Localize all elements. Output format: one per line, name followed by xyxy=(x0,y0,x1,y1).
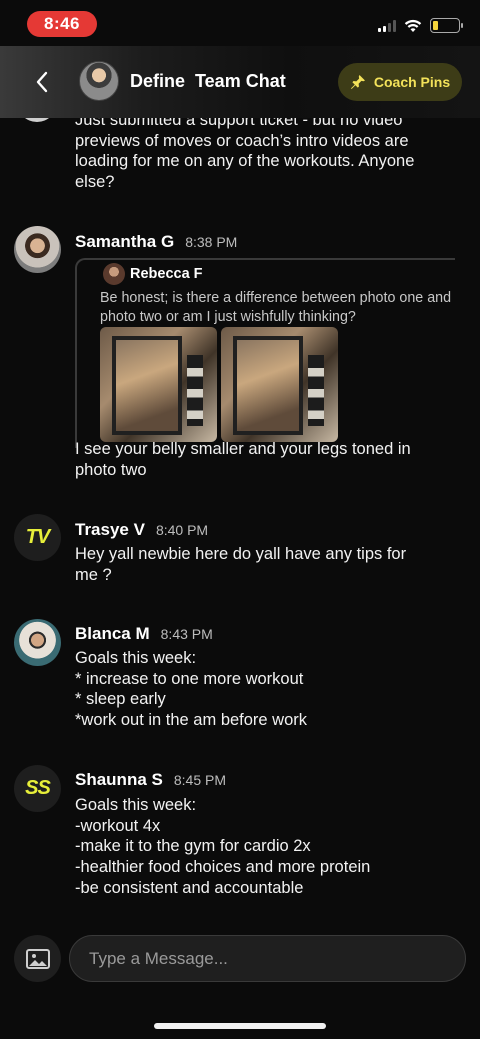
message-time: 8:40 PM xyxy=(155,522,209,538)
avatar[interactable] xyxy=(17,118,57,122)
chat-header: Define Team Chat Coach Pins xyxy=(0,46,480,118)
avatar[interactable]: TV xyxy=(14,514,61,561)
coach-pins-label: Coach Pins xyxy=(373,74,451,90)
back-button[interactable] xyxy=(28,68,56,96)
pin-icon xyxy=(350,75,365,89)
message-list[interactable]: Just submitted a support ticket - but no… xyxy=(0,118,480,930)
attach-image-button[interactable] xyxy=(14,935,61,982)
message-time: 8:38 PM xyxy=(185,234,238,250)
message-text: Goals this week: -workout 4x -make it to… xyxy=(75,796,371,897)
reply-photo[interactable] xyxy=(221,327,338,442)
signal-icon xyxy=(378,19,396,32)
coach-pins-button[interactable]: Coach Pins xyxy=(338,63,462,101)
message-sender[interactable]: Samantha G xyxy=(75,232,174,252)
battery-icon xyxy=(430,18,463,33)
message-text: Hey yall newbie here do yall have any ti… xyxy=(75,545,407,584)
reply-quote[interactable]: Rebecca F Be honest; is there a differen… xyxy=(75,258,455,448)
message-sender[interactable]: Trasye V xyxy=(75,520,145,540)
avatar xyxy=(103,263,125,285)
status-bar: 8:46 xyxy=(0,0,480,46)
reply-photo[interactable] xyxy=(100,327,217,442)
message-text: Just submitted a support ticket - but no… xyxy=(75,118,415,192)
message-time: 8:45 PM xyxy=(173,772,226,788)
home-indicator xyxy=(154,1023,326,1029)
reply-text: Be honest; is there a difference between… xyxy=(100,290,452,325)
message-time: 8:43 PM xyxy=(160,626,213,642)
wifi-icon xyxy=(404,19,422,32)
message-text: Goals this week: * increase to one more … xyxy=(75,649,308,730)
message-sender[interactable]: Blanca M xyxy=(75,624,150,644)
chat-avatar[interactable] xyxy=(79,61,119,101)
avatar[interactable] xyxy=(14,619,61,666)
avatar[interactable] xyxy=(14,226,61,273)
message-input[interactable] xyxy=(69,935,466,982)
chat-title: Define Team Chat xyxy=(130,71,286,91)
avatar[interactable]: SS xyxy=(14,765,61,812)
image-icon xyxy=(25,948,50,969)
message-composer xyxy=(0,930,480,1039)
chevron-left-icon xyxy=(36,71,48,93)
status-time: 8:46 xyxy=(27,11,97,37)
message-text: I see your belly smaller and your legs t… xyxy=(75,440,411,479)
status-icons xyxy=(378,18,463,33)
message-sender[interactable]: Shaunna S xyxy=(75,770,163,790)
reply-sender: Rebecca F xyxy=(130,266,203,282)
